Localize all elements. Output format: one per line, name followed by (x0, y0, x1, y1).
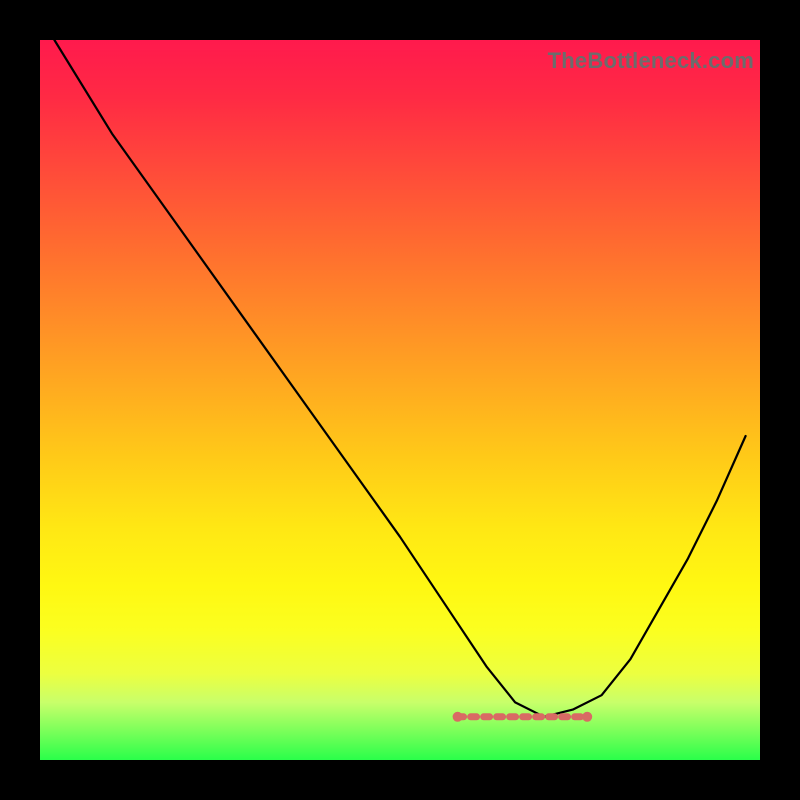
valley-dot-right (582, 712, 592, 722)
plot-area: TheBottleneck.com (40, 40, 760, 760)
curve-svg (40, 40, 760, 760)
bottleneck-curve (54, 40, 745, 717)
valley-dot-left (453, 712, 463, 722)
chart-container: TheBottleneck.com (0, 0, 800, 800)
